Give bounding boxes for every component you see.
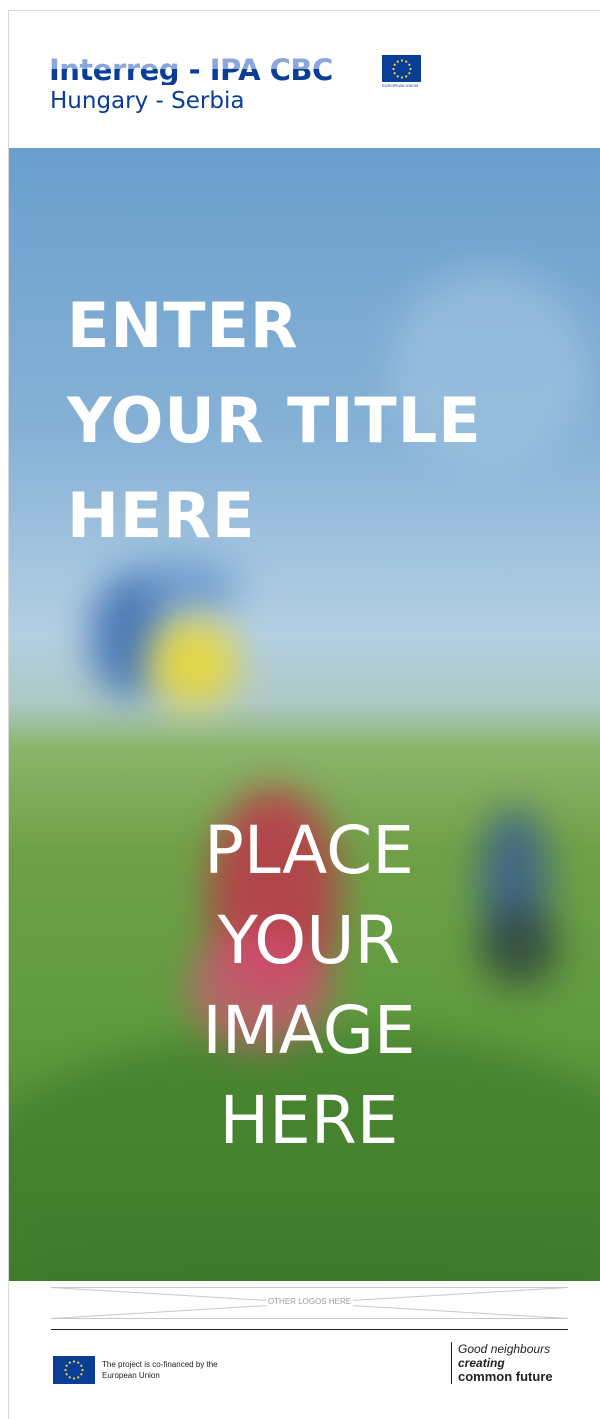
slogan-line: common future xyxy=(458,1369,553,1384)
title-line: HERE xyxy=(67,479,256,552)
program-name: Interreg - IPA CBC xyxy=(49,53,333,87)
interreg-logo: Interreg - IPA CBC Hungary - Serbia EURO… xyxy=(49,55,449,135)
cofinanced-text: The project is co-financed by the Europe… xyxy=(102,1359,282,1381)
poster-frame: Interreg - IPA CBC Hungary - Serbia EURO… xyxy=(8,10,600,1419)
placeholder-line: IMAGE xyxy=(202,992,416,1069)
title-line: ENTER xyxy=(67,289,299,362)
slogan: Good neighbours creating common future xyxy=(451,1342,553,1384)
poster-title: ENTER YOUR TITLE HERE xyxy=(67,278,482,563)
background-photo: ENTER YOUR TITLE HERE PLACE YOUR IMAGE H… xyxy=(9,148,600,1281)
slogan-line: Good neighbours xyxy=(458,1342,551,1356)
cofinanced-line: European Union xyxy=(102,1371,160,1380)
cofinanced-line: The project is co-financed by the xyxy=(102,1360,218,1369)
eu-flag-icon xyxy=(382,55,421,82)
placeholder-line: YOUR xyxy=(217,902,401,979)
image-placeholder-text: PLACE YOUR IMAGE HERE xyxy=(9,806,600,1166)
other-logos-area: OTHER LOGOS HERE xyxy=(51,1287,568,1319)
placeholder-line: PLACE xyxy=(204,812,414,889)
eu-label: EUROPEAN UNION xyxy=(382,83,419,88)
footer-divider xyxy=(51,1329,568,1330)
slogan-line: creating xyxy=(458,1356,505,1370)
eu-flag-icon xyxy=(53,1356,95,1384)
region-name: Hungary - Serbia xyxy=(50,88,245,114)
title-line: YOUR TITLE xyxy=(67,384,482,457)
placeholder-line: HERE xyxy=(219,1082,399,1159)
other-logos-label: OTHER LOGOS HERE xyxy=(265,1297,354,1306)
